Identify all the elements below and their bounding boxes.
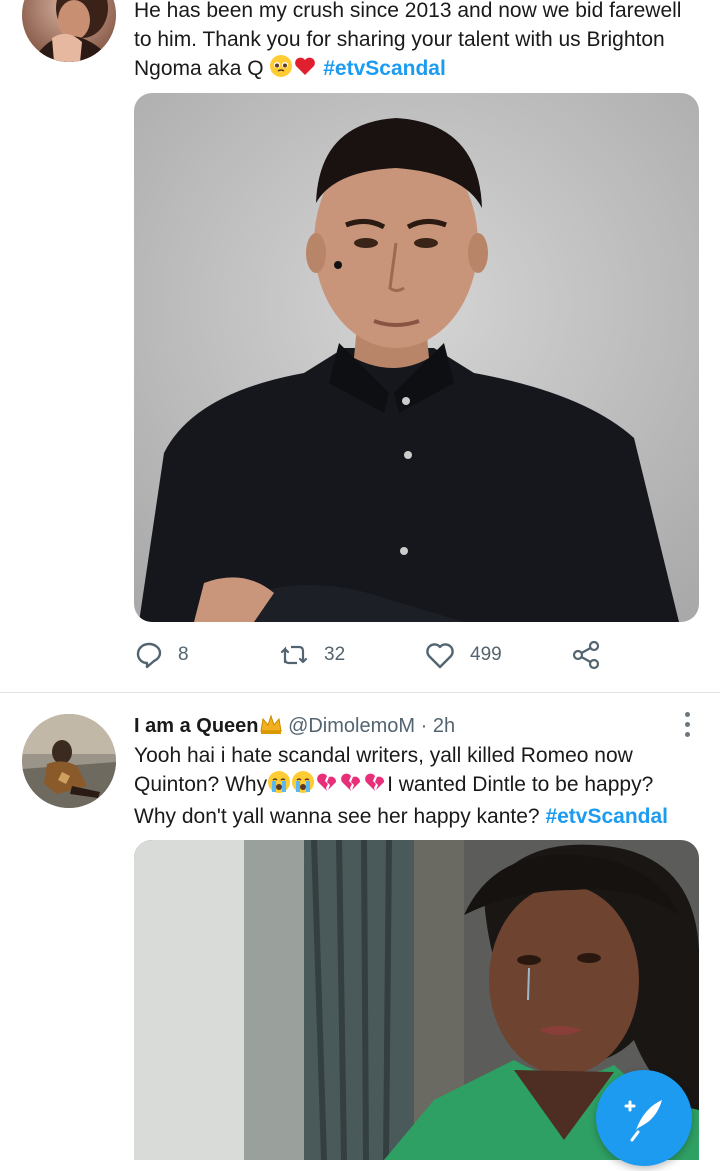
tweet-actions: 8 32 499 bbox=[134, 640, 614, 676]
broken-heart-emoji-icon bbox=[339, 770, 363, 802]
retweet-count: 32 bbox=[324, 644, 346, 665]
broken-heart-emoji-icon bbox=[315, 770, 339, 802]
tweet-text-fragment: Why don't yall wanna see her happy kante… bbox=[134, 805, 540, 828]
pleading-face-emoji-icon bbox=[269, 54, 293, 86]
display-name[interactable]: I am a Queen bbox=[134, 715, 259, 737]
retweet-button[interactable]: 32 bbox=[278, 640, 345, 670]
tweet-text-line: to him. Thank you for sharing your talen… bbox=[134, 28, 665, 51]
tweet-text-line: Quinton? Why I wanted Dintle to be happy? bbox=[134, 770, 704, 802]
like-button[interactable]: 499 bbox=[424, 640, 502, 670]
broken-heart-emoji-icon bbox=[363, 770, 387, 802]
user-handle[interactable]: @DimolemoM bbox=[288, 715, 415, 737]
avatar[interactable] bbox=[22, 714, 116, 808]
tweet-timestamp[interactable]: 2h bbox=[433, 715, 455, 737]
like-count: 499 bbox=[470, 644, 502, 665]
heart-icon bbox=[426, 643, 454, 669]
compose-tweet-button[interactable] bbox=[596, 1070, 692, 1166]
share-icon bbox=[572, 640, 600, 670]
hashtag-link[interactable]: #etvScandal bbox=[545, 805, 668, 828]
tweet-text-fragment: Ngoma aka Q bbox=[134, 57, 264, 80]
crying-face-emoji-icon bbox=[291, 770, 315, 802]
tweet-text-fragment: Quinton? Why bbox=[134, 773, 268, 796]
separator-dot: · bbox=[420, 715, 428, 737]
crying-face-emoji-icon bbox=[267, 770, 291, 802]
crown-emoji-icon bbox=[259, 713, 283, 743]
reply-count: 8 bbox=[178, 644, 189, 665]
tweet-header: I am a Queen @DimolemoM · 2h bbox=[134, 712, 455, 743]
reply-icon bbox=[136, 642, 162, 669]
tweet-text-line: He has been my crush since 2013 and now … bbox=[134, 0, 682, 22]
tweet-1[interactable]: He has been my crush since 2013 and now … bbox=[0, 0, 720, 692]
share-button[interactable] bbox=[570, 640, 602, 670]
avatar[interactable] bbox=[22, 0, 116, 62]
compose-feather-icon bbox=[624, 1100, 662, 1142]
hashtag-link[interactable]: #etvScandal bbox=[323, 57, 446, 80]
tweet-text: He has been my crush since 2013 and now … bbox=[134, 0, 704, 86]
more-vertical-icon[interactable] bbox=[682, 712, 692, 737]
retweet-icon bbox=[280, 645, 308, 665]
tweet-photo[interactable] bbox=[134, 93, 699, 622]
tweet-text-line: Why don't yall wanna see her happy kante… bbox=[134, 802, 704, 831]
tweet-text-line: Yooh hai i hate scandal writers, yall ki… bbox=[134, 744, 633, 767]
reply-button[interactable]: 8 bbox=[134, 640, 189, 670]
tweet-text: Yooh hai i hate scandal writers, yall ki… bbox=[134, 741, 704, 831]
red-heart-emoji-icon bbox=[293, 54, 317, 86]
tweet-text-fragment: I wanted Dintle to be happy? bbox=[387, 773, 654, 796]
tweet-text-line: Ngoma aka Q #etvScandal bbox=[134, 54, 704, 86]
